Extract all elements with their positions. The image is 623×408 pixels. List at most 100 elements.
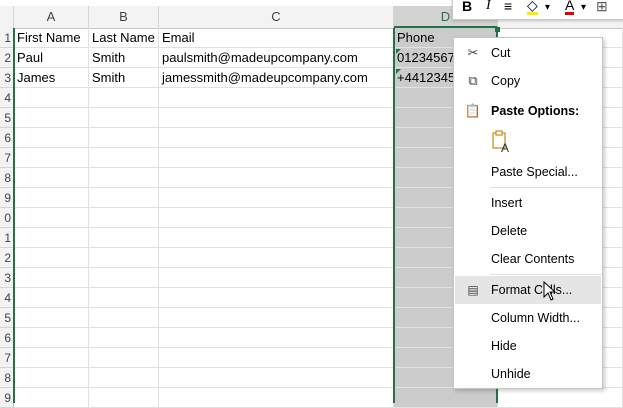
cell[interactable] <box>159 148 394 168</box>
row-header[interactable]: 6 <box>0 328 14 348</box>
menu-item-insert[interactable]: Insert <box>454 189 602 217</box>
cell[interactable] <box>14 88 89 108</box>
cell[interactable] <box>89 248 159 268</box>
cell[interactable] <box>89 288 159 308</box>
borders-icon[interactable]: ⊞ <box>596 0 608 15</box>
cell[interactable] <box>14 388 89 408</box>
cell[interactable] <box>159 108 394 128</box>
row-header[interactable]: 5 <box>0 108 14 128</box>
cell[interactable] <box>159 128 394 148</box>
cell[interactable] <box>14 108 89 128</box>
cell[interactable] <box>159 208 394 228</box>
row-header[interactable]: 2 <box>0 248 14 268</box>
font-color-icon[interactable]: A <box>565 0 575 15</box>
menu-item-column-width[interactable]: Column Width... <box>454 304 602 332</box>
cell[interactable] <box>14 168 89 188</box>
fill-dropdown-icon[interactable]: ▾ <box>545 2 550 13</box>
menu-item-hide[interactable]: Hide <box>454 332 602 360</box>
cell[interactable] <box>14 128 89 148</box>
row-header[interactable]: 8 <box>0 368 14 388</box>
cell[interactable] <box>14 328 89 348</box>
menu-item-cut[interactable]: ✂ Cut <box>454 39 602 67</box>
row-header[interactable]: 2 <box>0 48 14 68</box>
cell[interactable] <box>89 168 159 188</box>
cell[interactable] <box>89 188 159 208</box>
row-header[interactable]: 9 <box>0 188 14 208</box>
cell[interactable]: Smith <box>89 48 159 68</box>
row-header[interactable]: 5 <box>0 308 14 328</box>
cell[interactable] <box>498 388 623 408</box>
cell[interactable] <box>89 88 159 108</box>
cell[interactable] <box>159 348 394 368</box>
cell[interactable] <box>159 188 394 208</box>
italic-icon[interactable]: I <box>486 0 491 14</box>
cell[interactable]: Paul <box>14 48 89 68</box>
cell[interactable] <box>89 308 159 328</box>
cell[interactable] <box>89 388 159 408</box>
cell[interactable] <box>14 188 89 208</box>
cell[interactable] <box>14 228 89 248</box>
cell[interactable] <box>89 268 159 288</box>
cell[interactable] <box>14 348 89 368</box>
row-header[interactable]: 7 <box>0 348 14 368</box>
select-all-corner[interactable] <box>0 6 14 28</box>
cell[interactable]: Smith <box>89 68 159 88</box>
row-header[interactable]: 4 <box>0 88 14 108</box>
cell[interactable] <box>14 208 89 228</box>
cell[interactable] <box>89 228 159 248</box>
row-header[interactable]: 0 <box>0 208 14 228</box>
cell[interactable] <box>159 228 394 248</box>
row-header[interactable]: 6 <box>0 128 14 148</box>
paste-values-icon[interactable]: A <box>492 130 512 155</box>
row-header[interactable]: 7 <box>0 148 14 168</box>
cell[interactable]: James <box>14 68 89 88</box>
menu-item-clear-contents[interactable]: Clear Contents <box>454 245 602 273</box>
cell[interactable] <box>89 108 159 128</box>
row-header[interactable]: 8 <box>0 168 14 188</box>
cell[interactable] <box>159 388 394 408</box>
column-header-a[interactable]: A <box>14 6 89 28</box>
cell[interactable] <box>14 368 89 388</box>
column-header-b[interactable]: B <box>89 6 159 28</box>
cell[interactable] <box>89 328 159 348</box>
cell[interactable] <box>394 388 498 408</box>
cell[interactable] <box>89 128 159 148</box>
cell[interactable]: jamessmith@madeupcompany.com <box>159 68 394 88</box>
cell[interactable]: Last Name <box>89 28 159 48</box>
row-header[interactable]: 4 <box>0 288 14 308</box>
cell[interactable] <box>89 148 159 168</box>
cell[interactable] <box>89 348 159 368</box>
cell[interactable] <box>159 308 394 328</box>
cell[interactable] <box>159 168 394 188</box>
cell[interactable] <box>89 208 159 228</box>
cell[interactable] <box>89 368 159 388</box>
cell[interactable]: Email <box>159 28 394 48</box>
row-header[interactable]: 3 <box>0 268 14 288</box>
cell[interactable]: paulsmith@madeupcompany.com <box>159 48 394 68</box>
column-header-c[interactable]: C <box>159 6 394 28</box>
font-color-dropdown-icon[interactable]: ▾ <box>581 2 586 13</box>
row-header[interactable]: 1 <box>0 228 14 248</box>
cell[interactable] <box>14 148 89 168</box>
row-header[interactable]: 1 <box>0 28 14 48</box>
cell[interactable]: First Name <box>14 28 89 48</box>
menu-item-unhide[interactable]: Unhide <box>454 360 602 388</box>
cell[interactable] <box>159 288 394 308</box>
cell[interactable] <box>14 288 89 308</box>
menu-item-format-cells[interactable]: ▤ Format Cells... <box>455 276 601 304</box>
menu-item-delete[interactable]: Delete <box>454 217 602 245</box>
row-header[interactable]: 9 <box>0 388 14 408</box>
menu-item-copy[interactable]: ⧉ Copy <box>454 67 602 95</box>
fill-color-icon[interactable]: ◇ <box>527 0 538 15</box>
row-header[interactable]: 3 <box>0 68 14 88</box>
cell[interactable] <box>159 268 394 288</box>
bold-icon[interactable]: B <box>462 0 472 14</box>
cell[interactable] <box>159 88 394 108</box>
cell[interactable] <box>159 328 394 348</box>
cell[interactable] <box>159 248 394 268</box>
align-icon[interactable]: ≡ <box>504 0 512 14</box>
fill-handle[interactable] <box>495 27 500 32</box>
cell[interactable] <box>14 248 89 268</box>
cell[interactable] <box>14 308 89 328</box>
cell[interactable] <box>159 368 394 388</box>
